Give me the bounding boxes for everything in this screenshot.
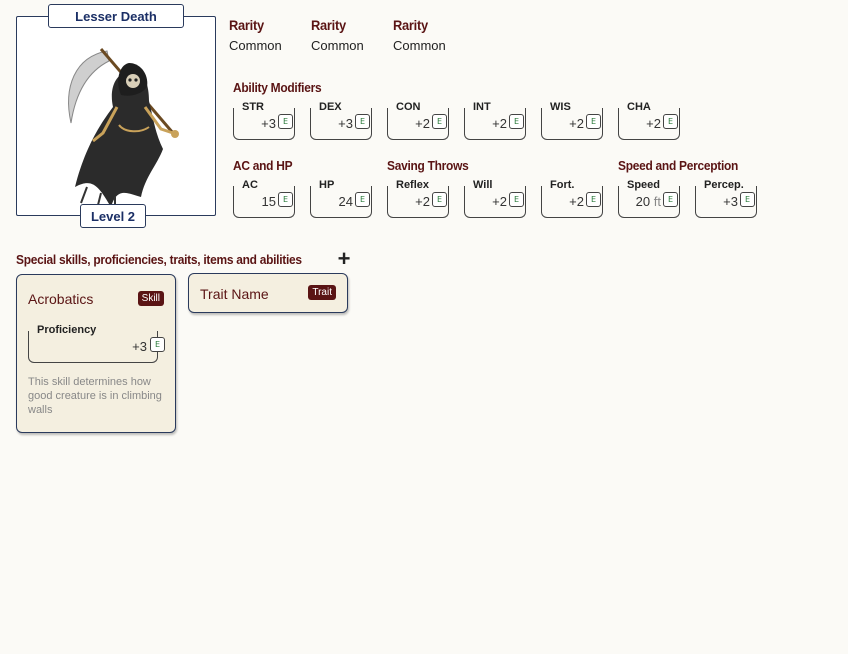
rarity-value[interactable]: Common: [229, 38, 282, 53]
rarity-label: Rarity: [229, 17, 264, 33]
skill-description: This skill determines how good creature …: [28, 376, 162, 416]
edit-button[interactable]: E: [586, 192, 601, 207]
edit-button[interactable]: E: [663, 114, 678, 129]
stat-label: Reflex: [396, 179, 430, 191]
creature-level[interactable]: Level 2: [80, 204, 146, 228]
creature-name[interactable]: Lesser Death: [48, 4, 184, 28]
saving-throws-heading: Saving Throws: [387, 158, 469, 173]
stat-cha[interactable]: CHA +2 E: [618, 101, 680, 140]
ac-hp-heading: AC and HP: [233, 158, 293, 173]
stat-wis[interactable]: WIS +2 E: [541, 101, 603, 140]
stat-con[interactable]: CON +2 E: [387, 101, 449, 140]
stat-label: Speed: [627, 179, 661, 191]
stat-will[interactable]: Will +2 E: [464, 179, 526, 218]
stat-label: Fort.: [550, 179, 575, 191]
speed-unit: ft: [653, 194, 661, 209]
edit-button[interactable]: E: [355, 114, 370, 129]
stat-value[interactable]: 24: [339, 194, 353, 209]
stat-label: WIS: [550, 101, 571, 113]
creature-portrait-card: [16, 16, 216, 216]
stat-label: CHA: [627, 101, 651, 113]
plus-icon[interactable]: +: [335, 248, 353, 270]
stat-label: AC: [242, 179, 258, 191]
stat-label: STR: [242, 101, 264, 113]
proficiency-value[interactable]: +3: [132, 339, 147, 354]
stat-fortitude[interactable]: Fort. +2 E: [541, 179, 603, 218]
stat-ac[interactable]: AC 15 E: [233, 179, 295, 218]
stat-value[interactable]: +3: [723, 194, 738, 209]
stat-value[interactable]: 15: [262, 194, 276, 209]
stat-value[interactable]: +2: [569, 116, 584, 131]
edit-button[interactable]: E: [355, 192, 370, 207]
ability-modifiers-heading: Ability Modifiers: [233, 80, 322, 95]
stat-int[interactable]: INT +2 E: [464, 101, 526, 140]
rarity-label: Rarity: [311, 17, 346, 33]
stat-value[interactable]: +2: [492, 116, 507, 131]
skill-badge: Skill: [137, 291, 164, 306]
stat-str[interactable]: STR +3 E: [233, 101, 295, 140]
card-title: Acrobatics: [28, 291, 94, 307]
grim-reaper-image: [68, 48, 179, 211]
stat-value[interactable]: +2: [569, 194, 584, 209]
rarity-value[interactable]: Common: [393, 38, 446, 53]
edit-button[interactable]: E: [432, 192, 447, 207]
skill-card-acrobatics[interactable]: Acrobatics Skill Proficiency +3 E This s…: [16, 274, 176, 433]
edit-button[interactable]: E: [509, 114, 524, 129]
edit-button[interactable]: E: [278, 114, 293, 129]
rarity-field-2[interactable]: Rarity Common: [311, 17, 364, 53]
stat-value[interactable]: +2: [646, 116, 661, 131]
edit-button[interactable]: E: [663, 192, 678, 207]
stat-perception[interactable]: Percep. +3 E: [695, 179, 757, 218]
rarity-field-3[interactable]: Rarity Common: [393, 17, 446, 53]
proficiency-label: Proficiency: [37, 324, 97, 336]
stat-hp[interactable]: HP 24 E: [310, 179, 372, 218]
rarity-value[interactable]: Common: [311, 38, 364, 53]
stat-label: Will: [473, 179, 493, 191]
stat-value[interactable]: 20 ft: [636, 194, 661, 209]
rarity-field-1[interactable]: Rarity Common: [229, 17, 282, 53]
stat-value[interactable]: +2: [415, 194, 430, 209]
stat-label: DEX: [319, 101, 342, 113]
card-title: Trait Name: [200, 286, 269, 302]
stat-value[interactable]: +2: [492, 194, 507, 209]
proficiency-field[interactable]: Proficiency +3 E: [28, 324, 165, 363]
edit-button[interactable]: E: [509, 192, 524, 207]
speed-value: 20: [635, 194, 651, 209]
trait-badge: Trait: [308, 285, 336, 300]
stat-value[interactable]: +2: [415, 116, 430, 131]
stat-value[interactable]: +3: [261, 116, 276, 131]
stat-value[interactable]: +3: [338, 116, 353, 131]
edit-button[interactable]: E: [740, 192, 755, 207]
stat-label: Percep.: [704, 179, 744, 191]
rarity-label: Rarity: [393, 17, 428, 33]
special-section-heading: Special skills, proficiencies, traits, i…: [16, 252, 302, 267]
stat-reflex[interactable]: Reflex +2 E: [387, 179, 449, 218]
stat-dex[interactable]: DEX +3 E: [310, 101, 372, 140]
edit-button[interactable]: E: [150, 337, 165, 352]
edit-button[interactable]: E: [586, 114, 601, 129]
stat-label: INT: [473, 101, 491, 113]
stat-label: HP: [319, 179, 335, 191]
edit-button[interactable]: E: [278, 192, 293, 207]
stat-speed[interactable]: Speed 20 ft E: [618, 179, 680, 218]
speed-perception-heading: Speed and Perception: [618, 158, 739, 173]
stat-label: CON: [396, 101, 421, 113]
edit-button[interactable]: E: [432, 114, 447, 129]
trait-card[interactable]: Trait Name Trait: [188, 273, 348, 313]
